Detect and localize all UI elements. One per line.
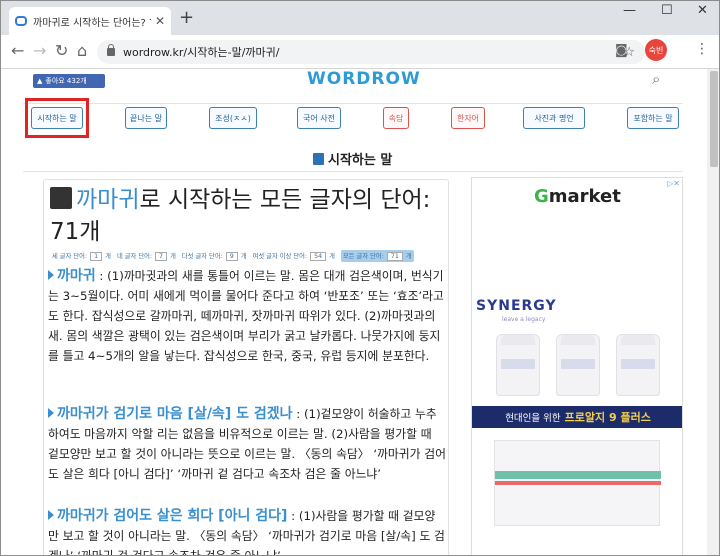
synergy-logo: SYNERGY	[476, 298, 557, 314]
results-panel: 까마귀로 시작하는 모든 글자의 단어: 71개 세 글자 단어: 1 개 네 …	[43, 179, 449, 555]
product-bottle	[616, 334, 660, 396]
selection-highlight	[25, 98, 89, 138]
forward-arrow-icon[interactable]: →	[33, 41, 46, 60]
nav-tab-initials[interactable]: 조성(ㅈㅅ)	[209, 107, 257, 129]
book-icon	[50, 187, 72, 209]
synergy-tagline: leave a legacy	[502, 316, 546, 323]
nav-tab-proverbs[interactable]: 속담	[383, 107, 409, 129]
ad-close-icon[interactable]: ▷✕	[667, 179, 680, 188]
section-title-text: 시작하는 말	[328, 153, 393, 168]
count-filter-4[interactable]: 네 글자 단어: 7 개	[117, 251, 176, 261]
page-scrollbar[interactable]	[707, 69, 719, 555]
address-bar[interactable]: wordrow.kr/시작하는-말/까마귀/ ☆	[97, 40, 645, 64]
entry-term[interactable]: 까마귀가 검어도 살은 희다 [아니 검다]	[57, 508, 287, 524]
back-arrow-icon[interactable]: ←	[11, 41, 24, 60]
tab-close-icon[interactable]: ✕	[155, 14, 165, 28]
url-text: wordrow.kr/시작하는-말/까마귀/	[123, 46, 280, 59]
thumbs-up-icon: ▲	[37, 77, 43, 85]
product-box	[494, 440, 661, 526]
nav-tab-photo-quotes[interactable]: 사진과 명언	[523, 107, 585, 129]
bullet-triangle-icon	[48, 270, 54, 280]
count-filter-3[interactable]: 세 글자 단어: 1 개	[52, 251, 111, 261]
bullet-triangle-icon	[48, 408, 54, 418]
browser-toolbar: ← → ↻ ⌂ wordrow.kr/시작하는-말/까마귀/ ☆ ◙ 숙빈 ⋮	[1, 35, 719, 69]
new-tab-button[interactable]: +	[179, 7, 194, 28]
nav-divider	[23, 103, 683, 104]
tab-title: 까마귀로 시작하는 단어는? 71개	[33, 17, 151, 29]
nav-tab-end-words[interactable]: 끝나는 말	[125, 107, 167, 129]
list-item: 까마귀 : (1)까마귓과의 새를 통틀어 이르는 말. 몸은 대개 검은색이며…	[48, 266, 446, 366]
like-label: 좋아요 432개	[45, 77, 87, 85]
search-icon[interactable]: ⌕	[652, 70, 660, 88]
list-item: 까마귀가 검기로 마음 [살/속] 도 검겠나 : (1)겉모양이 허술하고 누…	[48, 404, 446, 484]
menu-dots-icon[interactable]: ⋮	[695, 41, 709, 57]
scrollbar-thumb[interactable]	[710, 71, 718, 167]
facebook-like-button[interactable]: ▲ 좋아요 432개	[33, 74, 105, 88]
page-viewport: ▲ 좋아요 432개 WORDROW ⌕ 시작하는 말 끝나는 말 조성(ㅈㅅ)…	[1, 69, 719, 555]
maximize-button[interactable]: ☐	[661, 3, 673, 18]
count-filter-5[interactable]: 다섯 글자 단어: 9 개	[182, 251, 247, 261]
entry-term[interactable]: 까마귀	[57, 268, 96, 284]
minimize-button[interactable]: —	[623, 3, 636, 18]
active-tab[interactable]: 까마귀로 시작하는 단어는? 71개 ✕	[9, 7, 171, 35]
word-count-filters: 세 글자 단어: 1 개 네 글자 단어: 7 개 다섯 글자 단어: 9 개 …	[52, 250, 420, 262]
ad-banner-text: 현대인을 위한 프로알지 9 플러스	[472, 406, 682, 428]
tab-strip: 까마귀로 시작하는 단어는? 71개 ✕ + — ☐ ✕	[1, 1, 719, 35]
reload-icon[interactable]: ↻	[55, 41, 68, 60]
count-filter-6plus[interactable]: 여섯 글자 이상 단어: 54 개	[253, 251, 335, 261]
title-keyword: 까마귀	[76, 187, 140, 213]
entry-term[interactable]: 까마귀가 검기로 마음 [살/속] 도 검겠나	[57, 406, 292, 422]
nav-tab-hanja[interactable]: 한자어	[451, 107, 485, 129]
entry-definition: : (1)까마귓과의 새를 통틀어 이르는 말. 몸은 대개 검은색이며, 번식…	[48, 269, 444, 363]
product-bottle	[496, 334, 540, 396]
count-filter-all[interactable]: 모든 글자 단어: 71 개	[340, 250, 414, 262]
nav-tab-dictionary[interactable]: 국어 사전	[297, 107, 341, 129]
nav-tab-containing-words[interactable]: 포함하는 말	[627, 107, 679, 129]
site-logo[interactable]: WORDROW	[307, 69, 421, 89]
list-item: 까마귀가 검어도 살은 희다 [아니 검다] : (1)사람을 평가할 때 겉모…	[48, 506, 446, 555]
browser-window: 까마귀로 시작하는 단어는? 71개 ✕ + — ☐ ✕ ← → ↻ ⌂ wor…	[0, 0, 720, 556]
gmarket-logo: Gmarket	[534, 186, 621, 207]
bullet-triangle-icon	[48, 510, 54, 520]
profile-avatar[interactable]: 숙빈	[645, 39, 667, 61]
page-title: 까마귀로 시작하는 모든 글자의 단어: 71개	[50, 184, 446, 248]
section-title: 시작하는 말	[313, 149, 392, 168]
home-icon[interactable]: ⌂	[77, 41, 87, 60]
camera-icon[interactable]: ◙	[615, 43, 628, 58]
product-bottle	[556, 334, 600, 396]
site-favicon-icon	[15, 16, 27, 26]
lock-icon	[107, 44, 115, 56]
window-close-button[interactable]: ✕	[697, 3, 708, 18]
book-icon	[313, 152, 324, 165]
title-divider	[23, 171, 683, 172]
advertisement[interactable]: ▷✕ Gmarket SYNERGY leave a legacy 현대인을 위…	[471, 177, 683, 555]
